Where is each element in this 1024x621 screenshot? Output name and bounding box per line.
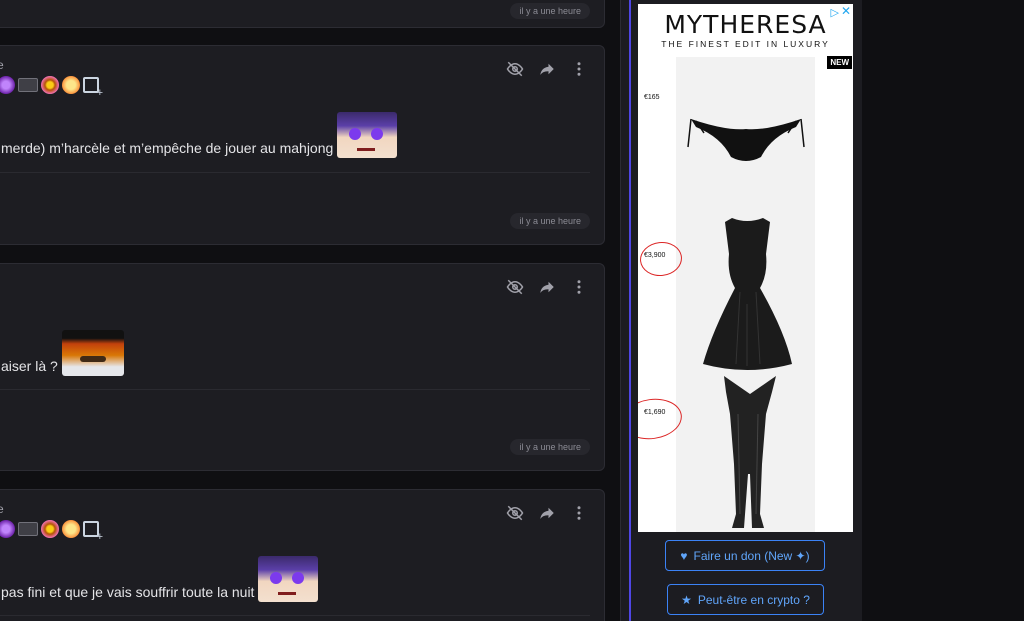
post-actions	[506, 504, 588, 522]
badge-icon	[62, 76, 80, 94]
badge-icon	[18, 78, 38, 92]
crypto-label: Peut-être en crypto ?	[697, 592, 810, 607]
ad-brand-logo: MYTHERESA	[664, 10, 827, 39]
author-name[interactable]: e	[0, 502, 4, 516]
post-timestamp: il y a une heure	[510, 3, 590, 19]
hide-icon[interactable]	[506, 278, 524, 296]
crypto-button[interactable]: ★ Peut-être en crypto ?	[667, 584, 824, 615]
post-message: aiser là ?	[1, 330, 124, 376]
divider	[0, 172, 590, 173]
page-margin	[862, 0, 1024, 621]
badge-icon	[0, 76, 15, 94]
product-price: €165	[644, 94, 660, 101]
heart-icon: ♥	[680, 548, 688, 563]
message-text: aiser là ?	[1, 358, 58, 374]
badge-icon	[0, 520, 15, 538]
post-message: pas fini et que je vais souffrir toute l…	[1, 556, 319, 602]
post-actions	[506, 60, 588, 78]
leggings-image	[724, 376, 776, 528]
post-card: il y a une heure	[0, 0, 605, 28]
author-name[interactable]: e	[0, 58, 4, 72]
add-badge-icon[interactable]	[83, 521, 103, 543]
more-options-icon[interactable]	[570, 60, 588, 78]
post-card: e pas fini et que je vais	[0, 489, 605, 621]
donate-button[interactable]: ♥ Faire un don (New ✦)	[665, 540, 825, 571]
badge-icon	[18, 522, 38, 536]
post-message: merde) m’harcèle et m’empêche de jouer a…	[1, 112, 398, 158]
page: il y a une heure e + merde) m’harcèle et…	[0, 0, 1024, 621]
divider	[0, 615, 590, 616]
message-text: pas fini et que je vais souffrir toute l…	[1, 584, 255, 600]
more-options-icon[interactable]	[570, 278, 588, 296]
add-badge-icon[interactable]	[83, 77, 103, 99]
emote-image	[337, 112, 398, 158]
sidebar-divider	[629, 0, 631, 621]
share-icon[interactable]	[538, 60, 556, 78]
more-options-icon[interactable]	[570, 504, 588, 522]
leather-dress-image	[703, 218, 792, 370]
hide-icon[interactable]	[506, 504, 524, 522]
share-icon[interactable]	[538, 278, 556, 296]
post-actions	[506, 278, 588, 296]
new-badge: NEW	[827, 56, 852, 69]
hide-icon[interactable]	[506, 60, 524, 78]
user-badges	[0, 76, 103, 99]
ad-tagline: THE FINEST EDIT IN LUXURY	[661, 39, 830, 49]
badge-icon	[41, 520, 59, 538]
divider	[0, 389, 590, 390]
star-icon: ★	[681, 592, 692, 607]
bikini-bottom-image	[687, 118, 805, 161]
post-timestamp: il y a une heure	[510, 213, 590, 229]
emote-image	[61, 330, 124, 376]
advertisement[interactable]: ▷ ✕ MYTHERESA THE FINEST EDIT IN LUXURY …	[638, 4, 853, 532]
donate-label: Faire un don (New ✦)	[693, 548, 810, 563]
emote-image	[258, 556, 319, 602]
share-icon[interactable]	[538, 504, 556, 522]
message-text: merde) m’harcèle et m’empêche de jouer a…	[1, 140, 334, 156]
post-timestamp: il y a une heure	[510, 439, 590, 455]
badge-icon	[41, 76, 59, 94]
post-card: aiser là ? il y a une heure	[0, 263, 605, 471]
badge-icon	[62, 520, 80, 538]
post-card: e merde) m’harcèle et m’e	[0, 45, 605, 245]
user-badges	[0, 520, 103, 543]
message-feed: il y a une heure e + merde) m’harcèle et…	[0, 0, 620, 621]
